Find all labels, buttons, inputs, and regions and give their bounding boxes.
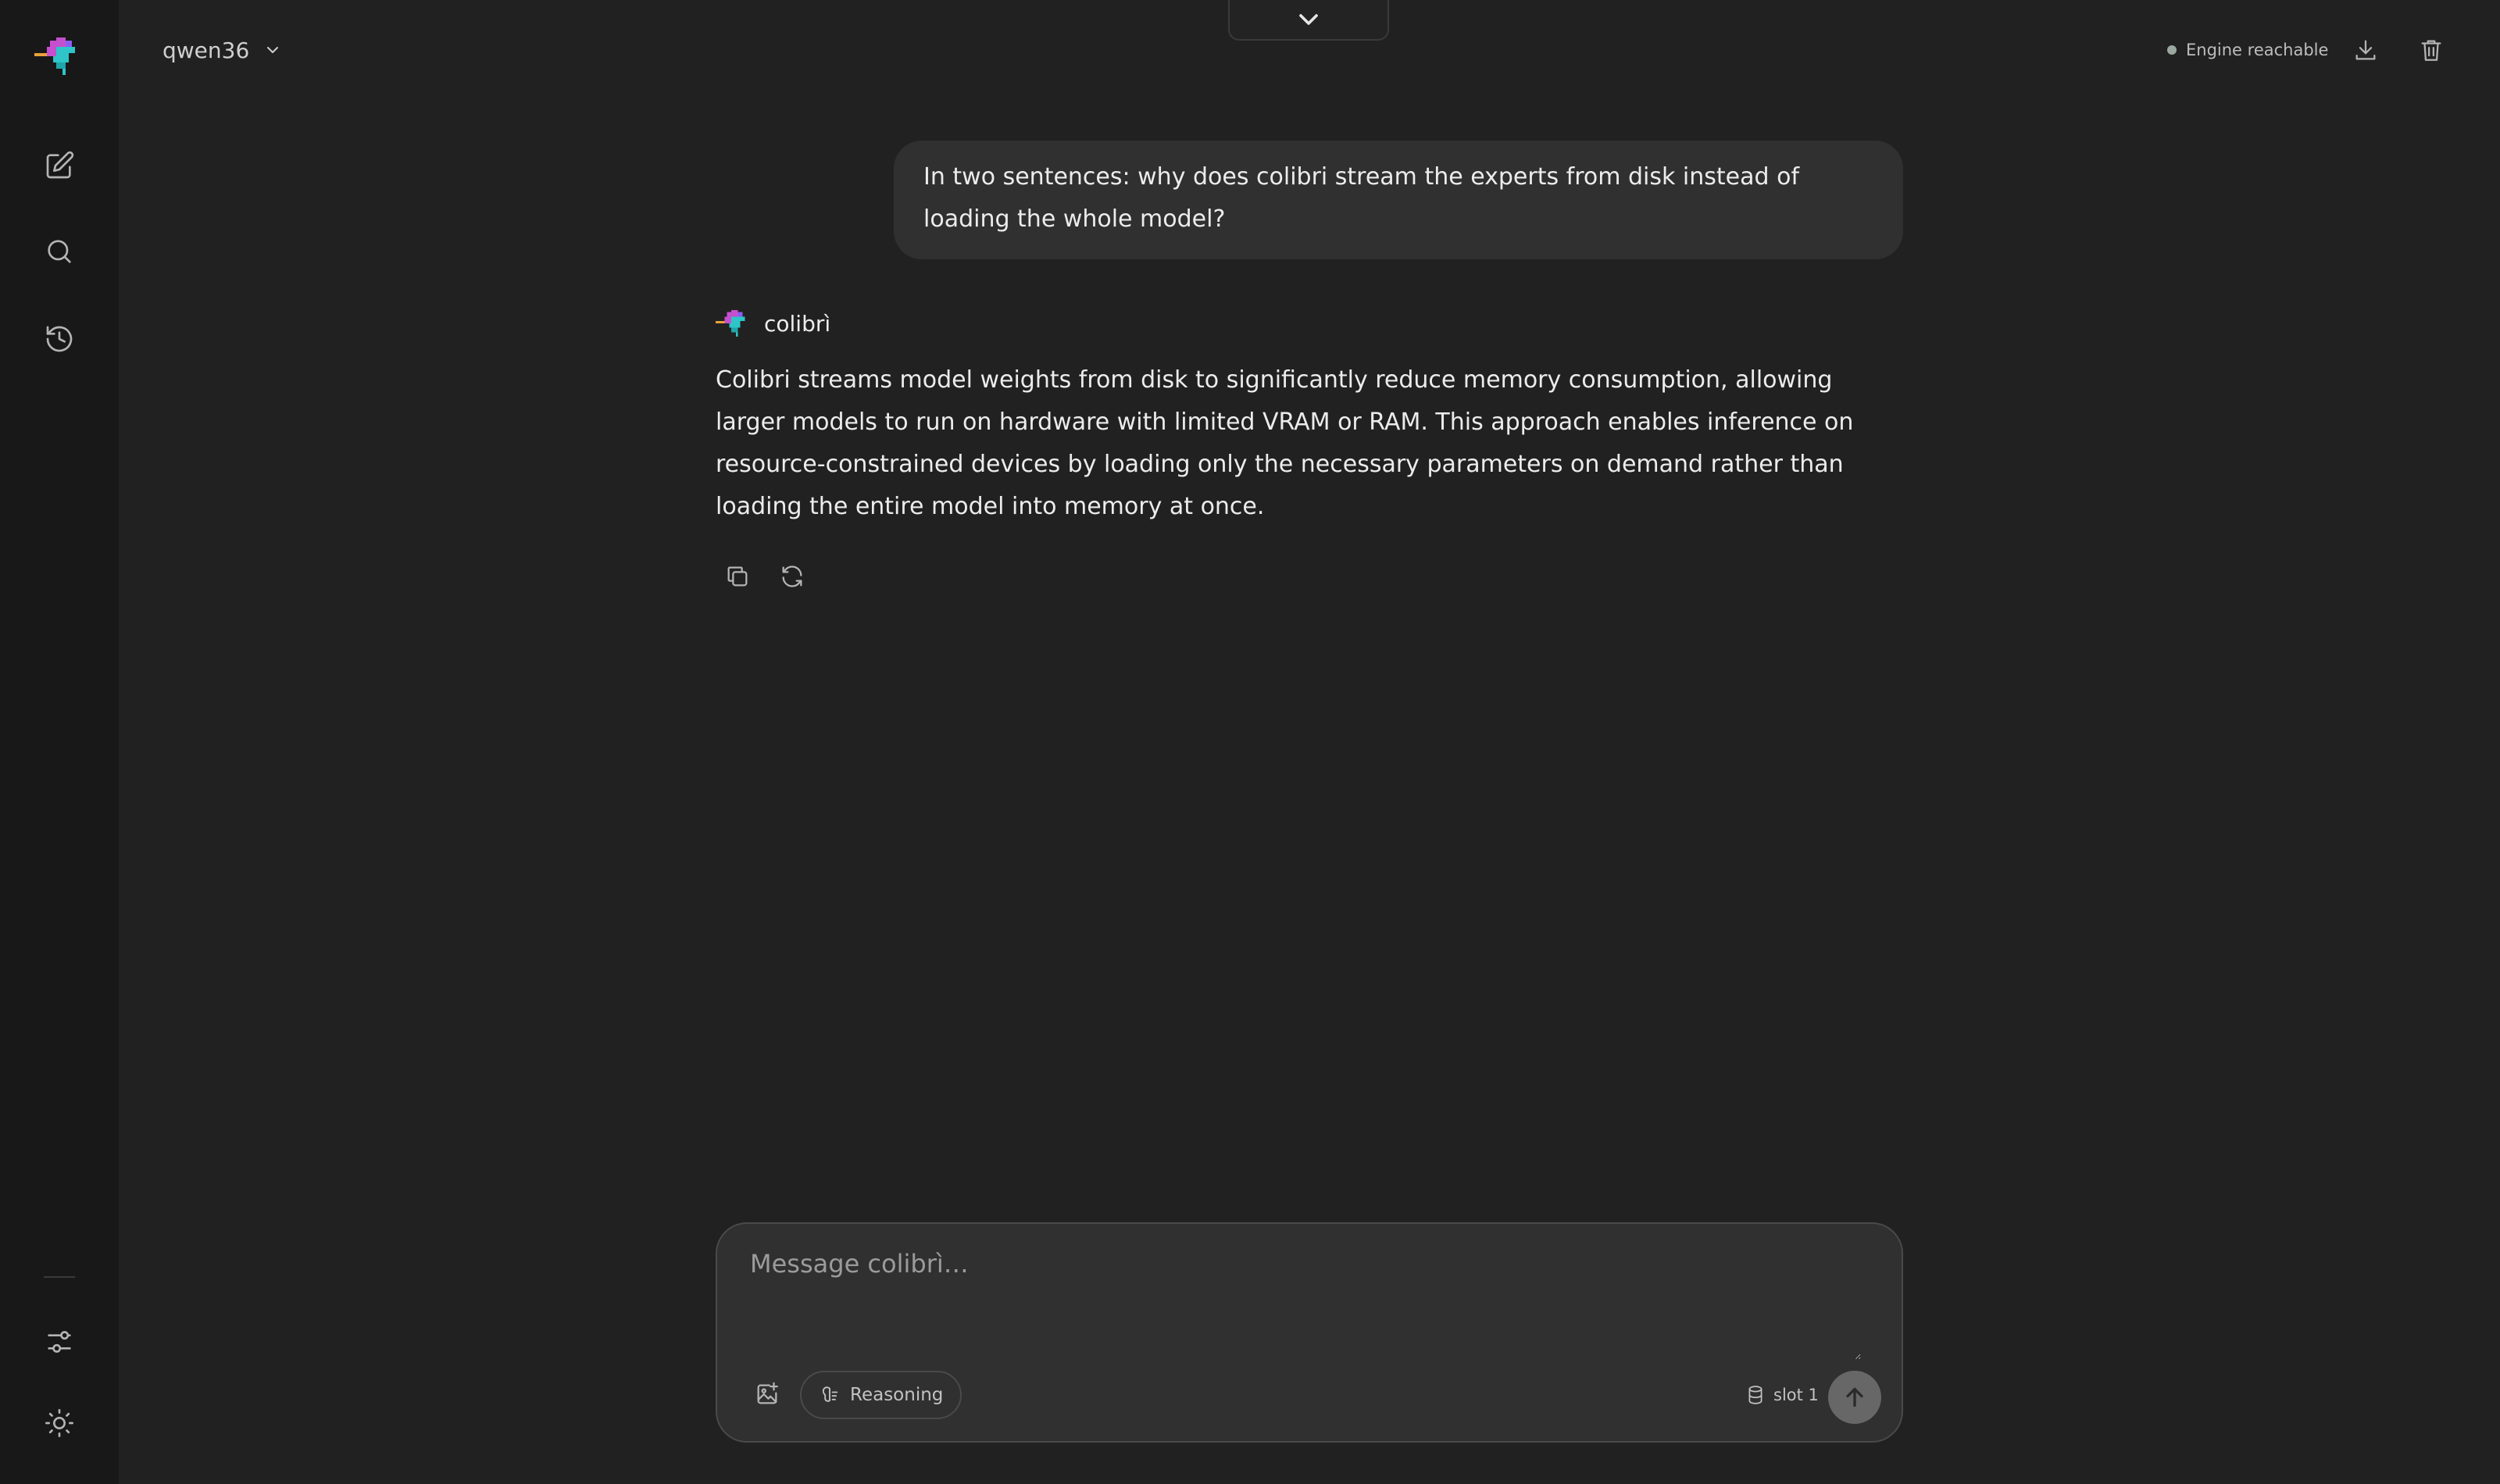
new-chat-button[interactable] <box>34 141 84 191</box>
database-icon <box>1748 1386 1762 1404</box>
send-button[interactable] <box>1828 1371 1881 1424</box>
image-attach-icon <box>757 1382 778 1404</box>
settings-sliders-icon <box>48 1331 71 1353</box>
sidebar-divider <box>44 1276 75 1278</box>
assistant-header: colibrì <box>716 306 830 341</box>
history-icon <box>46 326 73 352</box>
chevron-down-icon <box>267 47 279 53</box>
assistant-avatar <box>716 309 745 337</box>
assistant-message: Colibri streams model weights from disk … <box>716 366 1854 520</box>
slot-indicator[interactable]: slot 1 <box>1745 1379 1819 1411</box>
copy-button[interactable] <box>716 555 759 598</box>
download-icon <box>2355 40 2376 60</box>
trash-icon <box>2421 40 2441 61</box>
app-logo[interactable] <box>34 34 84 78</box>
message-input[interactable] <box>748 1247 1861 1360</box>
reasoning-icon <box>822 1386 838 1402</box>
reasoning-toggle[interactable]: Reasoning <box>800 1371 962 1419</box>
message-actions <box>716 555 814 598</box>
theme-toggle-button[interactable] <box>34 1398 84 1448</box>
model-selector[interactable]: qwen36 <box>162 31 282 69</box>
regenerate-button[interactable] <box>770 555 814 598</box>
sidebar <box>0 0 119 1484</box>
history-button[interactable] <box>34 314 84 364</box>
slot-label: slot 1 <box>1773 1386 1819 1404</box>
model-name: qwen36 <box>162 37 250 63</box>
send-arrow-icon <box>1846 1387 1863 1407</box>
reasoning-label: Reasoning <box>850 1385 944 1405</box>
assistant-name: colibrì <box>764 310 831 337</box>
new-chat-icon <box>46 151 74 179</box>
status-dot <box>2167 45 2177 55</box>
delete-chat-button[interactable] <box>2412 31 2450 69</box>
scroll-down-tab[interactable] <box>1228 0 1389 41</box>
search-icon <box>48 240 71 263</box>
theme-sun-icon <box>45 1409 73 1437</box>
search-button[interactable] <box>34 227 84 276</box>
attach-image-button[interactable] <box>745 1372 789 1416</box>
user-message: In two sentences: why does colibri strea… <box>894 141 1903 259</box>
message-composer: Reasoning slot 1 <box>716 1222 1903 1443</box>
download-button[interactable] <box>2347 31 2384 69</box>
status-text: Engine reachable <box>2186 41 2329 59</box>
regenerate-icon <box>782 565 802 587</box>
copy-icon <box>727 566 748 587</box>
settings-button[interactable] <box>34 1317 84 1367</box>
chevron-down-icon <box>1299 14 1318 25</box>
engine-status: Engine reachable <box>2167 37 2328 62</box>
